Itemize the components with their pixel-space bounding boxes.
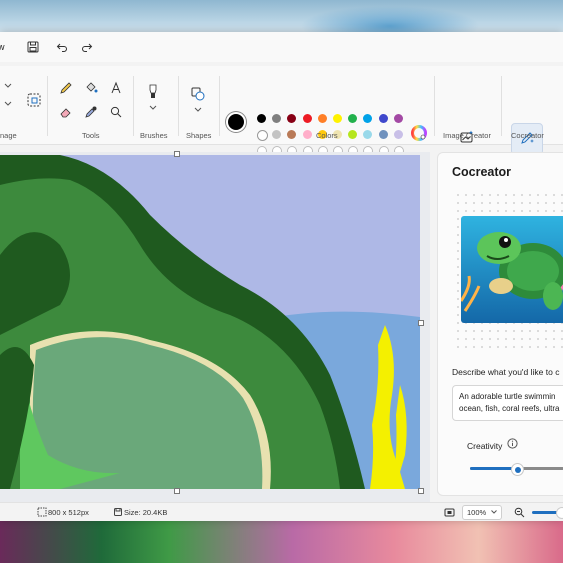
save-icon[interactable] xyxy=(25,39,41,55)
drawing-canvas[interactable] xyxy=(0,155,420,489)
creativity-slider[interactable] xyxy=(470,463,563,476)
chevron-down-icon xyxy=(490,507,498,519)
color-swatch[interactable] xyxy=(393,130,403,139)
group-label-brushes: Brushes xyxy=(140,131,168,140)
ribbon-separator xyxy=(434,76,435,136)
zoom-slider-thumb[interactable] xyxy=(556,507,563,519)
desktop-wallpaper-bottom xyxy=(0,520,563,563)
color-swatch[interactable] xyxy=(348,114,358,123)
color-swatch[interactable] xyxy=(348,130,358,139)
desktop-wallpaper-top xyxy=(0,0,563,46)
file-size: Size: 20.4KB xyxy=(124,508,168,517)
color-swatch[interactable] xyxy=(378,114,388,123)
generated-image-thumbnail[interactable] xyxy=(461,216,563,323)
menu-view-partial[interactable]: w xyxy=(0,42,5,52)
undo-icon[interactable] xyxy=(54,39,70,55)
zoom-slider[interactable] xyxy=(532,507,563,519)
prompt-text: An adorable turtle swimmin ocean, fish, … xyxy=(459,392,560,413)
zoom-value: 100% xyxy=(467,508,487,517)
color-swatch[interactable] xyxy=(333,114,342,123)
zoom-dropdown[interactable]: 100% xyxy=(462,505,502,520)
color-swatch[interactable] xyxy=(363,114,373,123)
prompt-input[interactable]: An adorable turtle swimmin ocean, fish, … xyxy=(452,385,563,421)
color-swatch[interactable] xyxy=(317,114,327,123)
info-icon[interactable] xyxy=(506,437,518,449)
color-swatch[interactable] xyxy=(257,114,266,123)
creativity-slider-fill xyxy=(470,467,517,470)
color-swatch[interactable] xyxy=(287,130,297,139)
paint-window: w nage Tools Brushes Shapes Colors Image… xyxy=(0,32,563,521)
canvas-resize-handle-corner[interactable] xyxy=(418,488,424,494)
color-swatch[interactable] xyxy=(257,130,268,141)
rotate-dropdown-icon[interactable] xyxy=(0,96,16,112)
redo-icon[interactable] xyxy=(79,39,95,55)
shapes-icon[interactable] xyxy=(190,86,206,102)
group-label-image: nage xyxy=(0,131,17,140)
title-bar: w xyxy=(0,32,563,62)
fit-to-window-icon[interactable] xyxy=(441,504,457,520)
color-picker-icon[interactable] xyxy=(83,104,99,120)
canvas-resize-handle-bottom[interactable] xyxy=(174,488,180,494)
color-swatch[interactable] xyxy=(363,130,373,139)
creativity-slider-thumb[interactable] xyxy=(511,463,524,476)
color-swatch[interactable] xyxy=(302,114,312,123)
select-dropdown-icon[interactable] xyxy=(0,78,16,94)
group-label-shapes: Shapes xyxy=(186,131,212,140)
magnifier-icon[interactable] xyxy=(108,104,124,120)
creativity-label: Creativity xyxy=(467,441,503,451)
edit-colors-icon[interactable] xyxy=(411,125,427,141)
color-swatch[interactable] xyxy=(393,114,403,123)
ribbon-separator xyxy=(133,76,134,136)
color-swatch[interactable] xyxy=(378,130,388,139)
shapes-dropdown-icon[interactable] xyxy=(190,102,206,118)
turtle-drawing xyxy=(0,155,420,489)
status-bar: 800 x 512px Size: 20.4KB 100% xyxy=(0,502,563,521)
group-label-tools: Tools xyxy=(82,131,100,140)
group-label-colors: Colors xyxy=(316,131,338,140)
ribbon-separator xyxy=(219,76,220,136)
crop-icon[interactable] xyxy=(26,92,42,108)
ribbon: nage Tools Brushes Shapes Colors Image C… xyxy=(0,66,563,188)
brushes-dropdown-icon[interactable] xyxy=(145,100,161,116)
group-label-image-creator: Image Creator xyxy=(443,131,491,140)
describe-label: Describe what you'd like to c xyxy=(452,367,560,377)
zoom-out-icon[interactable] xyxy=(511,504,527,520)
text-tool-icon[interactable] xyxy=(108,80,124,96)
color-swatch[interactable] xyxy=(272,114,282,123)
fill-bucket-icon[interactable] xyxy=(83,80,99,96)
ribbon-separator xyxy=(178,76,179,136)
ribbon-separator xyxy=(47,76,48,136)
eraser-icon[interactable] xyxy=(58,104,74,120)
canvas-resize-handle-top[interactable] xyxy=(174,151,180,157)
cocreator-panel: Cocreator Describe what you'd like to c … xyxy=(437,152,563,496)
color-swatch[interactable] xyxy=(272,130,282,139)
brush-icon[interactable] xyxy=(145,84,161,100)
group-label-cocreator: Cocreator xyxy=(511,131,544,140)
ribbon-separator xyxy=(501,76,502,136)
pencil-icon[interactable] xyxy=(58,80,74,96)
canvas-resize-handle-right[interactable] xyxy=(418,320,424,326)
canvas-dimensions: 800 x 512px xyxy=(48,508,89,517)
color-swatch[interactable] xyxy=(287,114,297,123)
color-swatch[interactable] xyxy=(302,130,312,139)
cocreator-panel-title: Cocreator xyxy=(452,165,512,179)
primary-color-swatch[interactable] xyxy=(228,114,244,130)
